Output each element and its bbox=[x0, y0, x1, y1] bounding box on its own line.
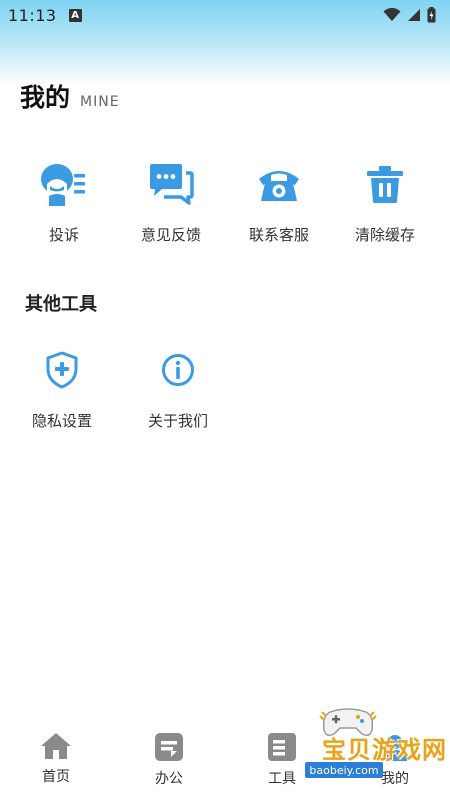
tab-home[interactable]: 首页 bbox=[16, 732, 96, 786]
privacy-settings-button[interactable]: 隐私设置 bbox=[7, 346, 117, 431]
trash-icon bbox=[367, 166, 403, 203]
about-us-button[interactable]: 关于我们 bbox=[123, 346, 233, 431]
home-icon bbox=[41, 733, 71, 759]
about-us-label: 关于我们 bbox=[147, 412, 208, 430]
status-time: 11:13 bbox=[8, 5, 57, 25]
telephone-icon bbox=[259, 171, 299, 201]
tab-tools-label: 工具 bbox=[268, 771, 296, 787]
watermark-url: baobeiy.com bbox=[305, 762, 383, 778]
shield-plus-icon bbox=[46, 351, 78, 389]
watermark: 宝贝游戏网 baobeiy.com bbox=[300, 706, 450, 800]
office-icon bbox=[155, 733, 183, 761]
status-bar: 11:13 A bbox=[0, 0, 450, 30]
tab-home-label: 首页 bbox=[42, 769, 70, 785]
feedback-label: 意见反馈 bbox=[140, 226, 201, 244]
page-subtitle: MINE bbox=[80, 94, 120, 110]
tab-office[interactable]: 办公 bbox=[129, 732, 209, 788]
battery-icon bbox=[427, 7, 436, 23]
signal-icon bbox=[408, 9, 420, 21]
feedback-button[interactable]: 意见反馈 bbox=[116, 160, 226, 245]
tab-office-label: 办公 bbox=[155, 771, 183, 787]
page-title: 我的 bbox=[20, 83, 71, 112]
contact-service-label: 联系客服 bbox=[248, 226, 309, 244]
tools-icon bbox=[268, 733, 296, 761]
clear-cache-button[interactable]: 清除缓存 bbox=[330, 160, 440, 245]
feedback-chat-icon bbox=[150, 164, 194, 205]
complaint-icon bbox=[41, 164, 85, 206]
info-icon bbox=[162, 354, 194, 386]
complaint-label: 投诉 bbox=[48, 226, 79, 244]
section-title-other-tools: 其他工具 bbox=[25, 294, 97, 315]
contact-service-button[interactable]: 联系客服 bbox=[224, 160, 334, 245]
notification-badge-icon: A bbox=[68, 8, 82, 22]
page-header: 我的 MINE bbox=[20, 78, 120, 114]
wifi-icon bbox=[383, 8, 401, 21]
clear-cache-label: 清除缓存 bbox=[354, 226, 415, 244]
privacy-settings-label: 隐私设置 bbox=[31, 412, 92, 430]
complaint-button[interactable]: 投诉 bbox=[9, 160, 119, 245]
watermark-name: 宝贝游戏网 bbox=[322, 736, 447, 764]
